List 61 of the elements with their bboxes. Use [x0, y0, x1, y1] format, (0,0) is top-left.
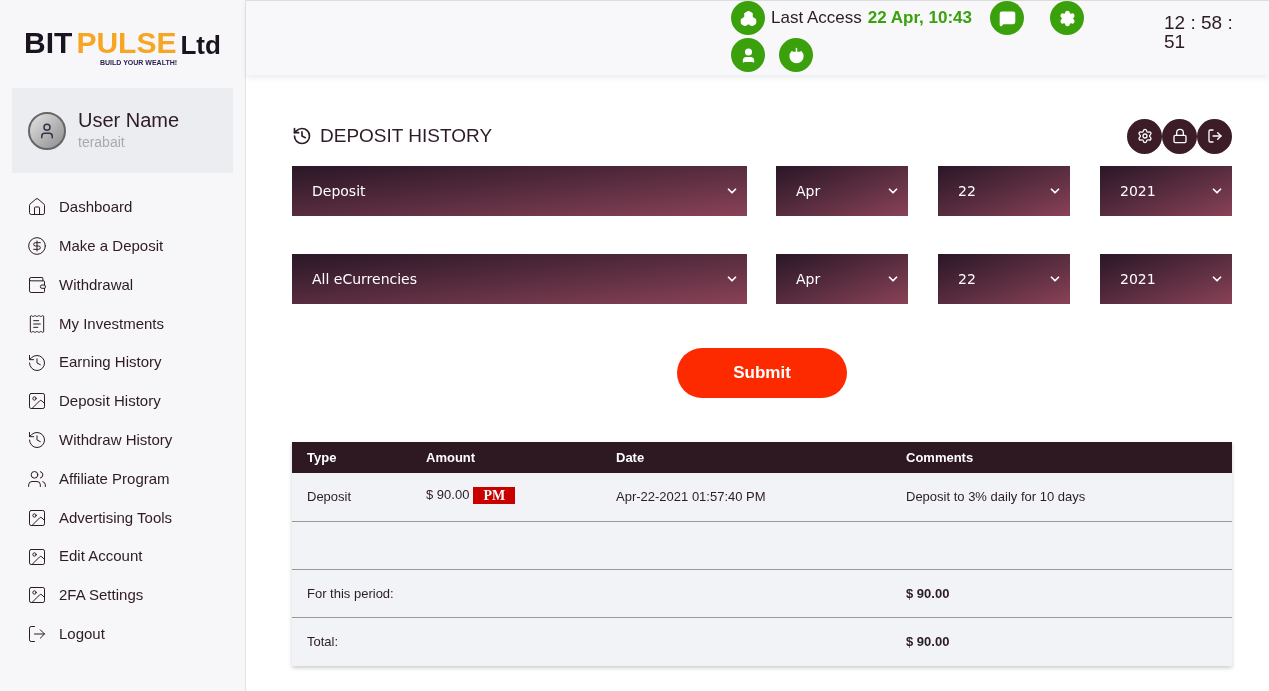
logo-word: Ltd: [180, 31, 221, 58]
image-icon: [27, 585, 47, 606]
clock-history-icon: [27, 352, 47, 373]
logo-word: PULSE: [76, 27, 177, 58]
summary-label: Total:: [307, 633, 340, 652]
logo-word: BIT: [24, 27, 73, 58]
select-field[interactable]: Apr: [776, 166, 908, 216]
clock-history-icon: [27, 430, 47, 451]
table-cell-text: Deposit: [307, 488, 353, 507]
sidebar-item[interactable]: Make a Deposit: [27, 226, 245, 266]
sidebar-item[interactable]: Advertising Tools: [27, 498, 245, 538]
sidebar-item[interactable]: Edit Account: [27, 537, 245, 576]
column-header: Date: [616, 448, 646, 467]
column-header: Comments: [906, 448, 975, 467]
summary-value: $ 90.00: [906, 584, 951, 603]
last-access-label: Last Access: [771, 7, 862, 30]
image-icon: [27, 391, 47, 412]
last-access-value: 22 Apr, 10:43: [867, 7, 972, 30]
sidebar-item[interactable]: Earning History: [27, 343, 245, 382]
column-header: Amount: [426, 448, 477, 467]
sidebar-item[interactable]: 2FA Settings: [27, 575, 245, 615]
image-icon: [27, 546, 47, 567]
receipt-icon: [27, 313, 47, 334]
user-name: User Name: [78, 108, 180, 132]
select-field[interactable]: Deposit: [292, 166, 747, 216]
clock: 12 : 58 : 51: [1164, 13, 1234, 51]
summary-label: For this period:: [307, 584, 395, 603]
avatar-icon: [28, 111, 66, 150]
sidebar-item[interactable]: My Investments: [27, 304, 245, 344]
select-field[interactable]: Apr: [776, 254, 908, 304]
sidebar-item[interactable]: Dashboard: [27, 188, 245, 227]
column-header: Type: [307, 448, 338, 467]
message-icon[interactable]: [990, 1, 1024, 35]
currency-tag: PM: [473, 486, 516, 504]
sidebar-item[interactable]: Withdraw History: [27, 420, 245, 460]
user-login: terabait: [78, 133, 126, 152]
people-icon: [27, 468, 47, 489]
select-field[interactable]: 22: [938, 254, 1070, 304]
select-field[interactable]: 22: [938, 166, 1070, 216]
wallet-icon: [27, 275, 47, 295]
sidebar-item[interactable]: Deposit History: [27, 382, 245, 421]
table-cell-text: Apr-22-2021 01:57:40 PM: [616, 488, 767, 507]
logout-icon: [27, 624, 47, 645]
table-cell-text: Deposit to 3% daily for 10 days: [906, 488, 1087, 507]
dollar-coin-icon: [27, 236, 47, 257]
sidebar-item[interactable]: Withdrawal: [27, 265, 245, 305]
user-icon[interactable]: [731, 38, 765, 72]
submit-button[interactable]: Submit: [677, 348, 847, 398]
clock-history-icon: [292, 126, 312, 146]
lock-icon[interactable]: [1162, 118, 1197, 154]
summary-value: $ 90.00: [906, 633, 951, 652]
page-title: DEPOSIT HISTORY: [320, 123, 493, 148]
logout-icon[interactable]: [1197, 118, 1232, 154]
house-icon: [27, 197, 47, 218]
select-field[interactable]: 2021: [1100, 166, 1232, 216]
image-icon: [27, 507, 47, 528]
table-cell-text: $ 90.00: [426, 486, 470, 505]
select-field[interactable]: All eCurrencies: [292, 254, 747, 304]
sidebar-item[interactable]: Logout: [27, 614, 245, 654]
select-field[interactable]: 2021: [1100, 254, 1232, 304]
sidebar-item[interactable]: Affiliate Program: [27, 459, 245, 499]
